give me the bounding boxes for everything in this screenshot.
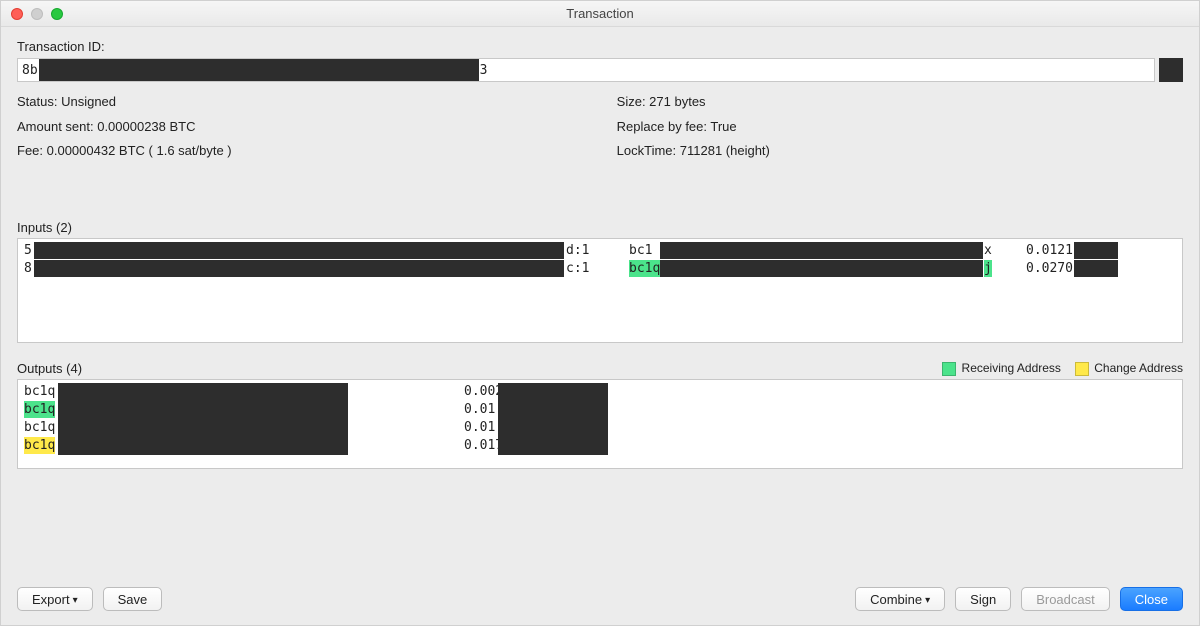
- input-amount: 0.0121: [1026, 242, 1073, 259]
- tx-stats: Status: Unsigned Amount sent: 0.00000238…: [17, 90, 1183, 164]
- minimize-window-icon[interactable]: [31, 8, 43, 20]
- input-txref-suf: c:1: [566, 260, 589, 277]
- outputs-header-row: Outputs (4) Receiving Address Change Add…: [17, 361, 1183, 376]
- titlebar: Transaction: [1, 1, 1199, 27]
- txid-prefix: 8b: [22, 63, 38, 78]
- close-button-label: Close: [1135, 592, 1168, 607]
- input-txref-pre: 8: [24, 260, 32, 277]
- stats-right: Size: 271 bytes Replace by fee: True Loc…: [617, 90, 1177, 164]
- amount-sent-line: Amount sent: 0.00000238 BTC: [17, 115, 577, 140]
- window-title: Transaction: [1, 6, 1199, 21]
- input-addr-suf: x: [984, 242, 992, 259]
- output-amount: 0.01: [464, 419, 495, 436]
- size-line: Size: 271 bytes: [617, 90, 1177, 115]
- input-amount-redacted: [1074, 260, 1118, 277]
- export-button[interactable]: Export ▾: [17, 587, 93, 611]
- outputs-panel[interactable]: bc1q 0.002 bc1q 0.01 bc1q 0.01 bc1q 0.01…: [17, 379, 1183, 469]
- output-addr-redacted: [58, 383, 348, 455]
- combine-button-label: Combine: [870, 592, 922, 607]
- broadcast-button-label: Broadcast: [1036, 592, 1095, 607]
- input-txref-pre: 5: [24, 242, 32, 259]
- input-amount: 0.0270: [1026, 260, 1073, 277]
- txid-label: Transaction ID:: [17, 39, 1183, 54]
- change-swatch-icon: [1075, 362, 1089, 376]
- txid-redacted: [39, 59, 479, 81]
- output-addr-pre: bc1q: [24, 419, 55, 436]
- input-addr-pre: bc1q: [629, 260, 660, 277]
- chevron-down-icon: ▾: [925, 595, 930, 606]
- close-window-icon[interactable]: [11, 8, 23, 20]
- input-amount-redacted: [1074, 242, 1118, 259]
- rbf-line: Replace by fee: True: [617, 115, 1177, 140]
- close-button[interactable]: Close: [1120, 587, 1183, 611]
- combine-button[interactable]: Combine ▾: [855, 587, 945, 611]
- transaction-window: Transaction Transaction ID: 8b 3 Status:…: [0, 0, 1200, 626]
- legend-change: Change Address: [1075, 361, 1183, 376]
- input-txref-redacted: [34, 242, 564, 259]
- input-addr-pre: bc1: [629, 242, 652, 259]
- stats-left: Status: Unsigned Amount sent: 0.00000238…: [17, 90, 577, 164]
- zoom-window-icon[interactable]: [51, 8, 63, 20]
- locktime-line: LockTime: 711281 (height): [617, 139, 1177, 164]
- content-area: Transaction ID: 8b 3 Status: Unsigned Am…: [1, 27, 1199, 579]
- inputs-header: Inputs (2): [17, 220, 72, 235]
- output-amount: 0.01: [464, 401, 495, 418]
- legend-receiving: Receiving Address: [942, 361, 1061, 376]
- copy-txid-button[interactable]: [1159, 58, 1183, 82]
- output-amount-redacted: [498, 383, 608, 455]
- status-line: Status: Unsigned: [17, 90, 577, 115]
- sign-button-label: Sign: [970, 592, 996, 607]
- broadcast-button: Broadcast: [1021, 587, 1110, 611]
- chevron-down-icon: ▾: [73, 595, 78, 606]
- txid-suffix: 3: [480, 63, 488, 78]
- save-button-label: Save: [118, 592, 148, 607]
- fee-line: Fee: 0.00000432 BTC ( 1.6 sat/byte ): [17, 139, 577, 164]
- output-addr-pre: bc1q: [24, 401, 55, 418]
- traffic-lights: [11, 8, 63, 20]
- sign-button[interactable]: Sign: [955, 587, 1011, 611]
- input-addr-redacted: [660, 242, 983, 259]
- input-addr-suf: j: [984, 260, 992, 277]
- footer-buttons: Export ▾ Save Combine ▾ Sign Broadcast C…: [1, 579, 1199, 625]
- input-txref-suf: d:1: [566, 242, 589, 259]
- outputs-legend: Receiving Address Change Address: [942, 361, 1183, 376]
- input-txref-redacted: [34, 260, 564, 277]
- inputs-header-row: Inputs (2): [17, 220, 1183, 235]
- export-button-label: Export: [32, 592, 70, 607]
- input-addr-redacted: [660, 260, 983, 277]
- save-button[interactable]: Save: [103, 587, 163, 611]
- inputs-panel[interactable]: 5 d:1 bc1 x 0.0121 8 c:1 bc1q j 0.0270: [17, 238, 1183, 343]
- txid-field[interactable]: 8b 3: [17, 58, 1155, 82]
- legend-receiving-label: Receiving Address: [962, 361, 1061, 375]
- input-row: 8 c:1 bc1q j 0.0270: [24, 260, 1176, 278]
- txid-row: 8b 3: [17, 58, 1183, 82]
- output-addr-pre: bc1q: [24, 383, 55, 400]
- receiving-swatch-icon: [942, 362, 956, 376]
- legend-change-label: Change Address: [1094, 361, 1183, 375]
- outputs-header: Outputs (4): [17, 361, 82, 376]
- input-row: 5 d:1 bc1 x 0.0121: [24, 242, 1176, 260]
- output-addr-pre: bc1q: [24, 437, 55, 454]
